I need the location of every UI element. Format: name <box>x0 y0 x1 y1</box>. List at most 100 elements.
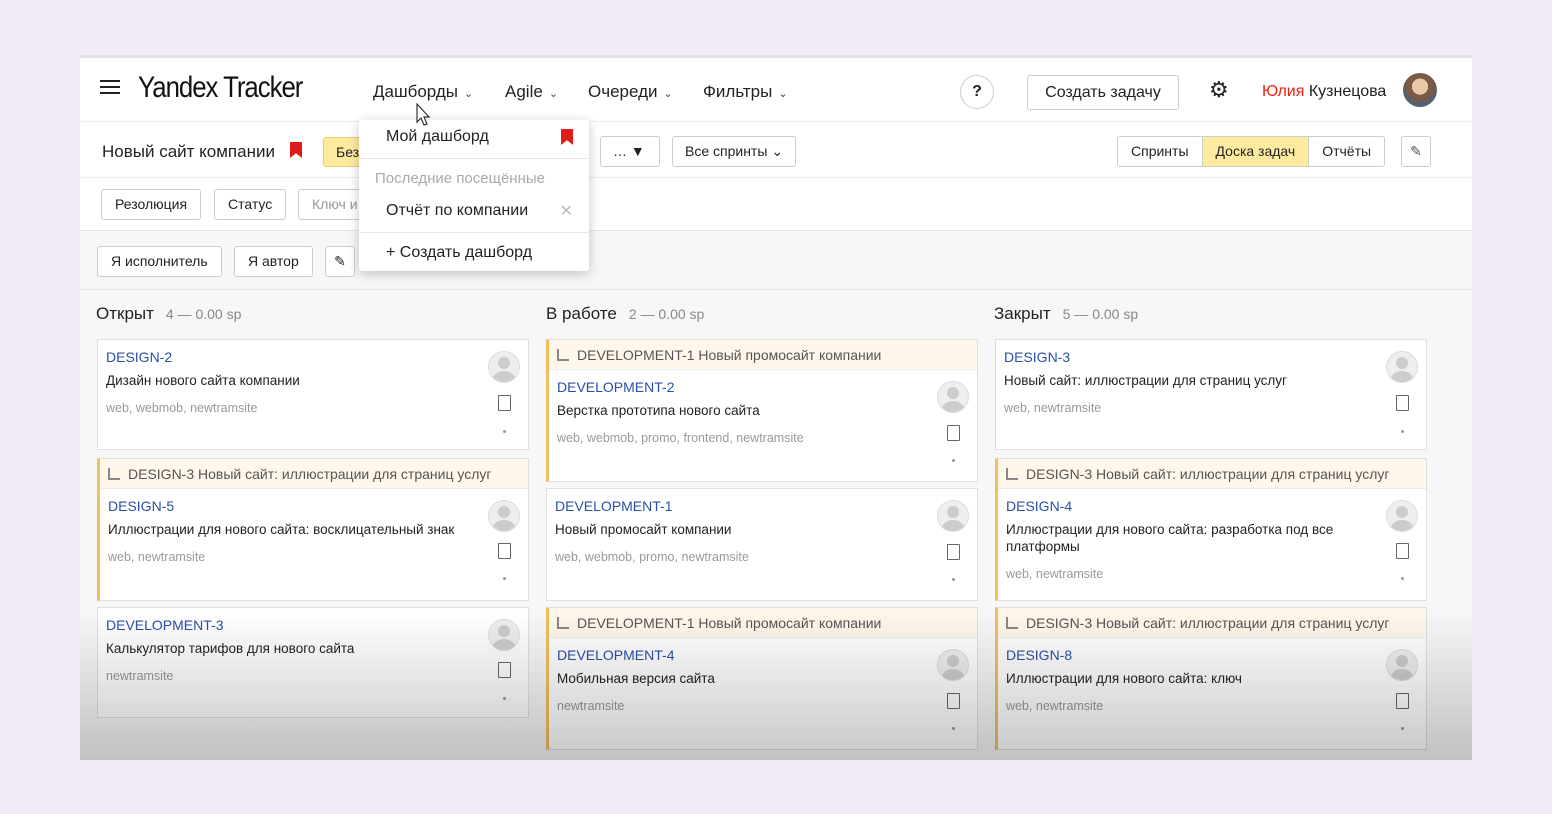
parent-task-label: DEVELOPMENT-1 Новый промосайт компании <box>577 615 882 631</box>
document-icon[interactable] <box>1396 543 1409 559</box>
parent-task-link[interactable]: DEVELOPMENT-1 Новый промосайт компании <box>549 340 977 370</box>
task-card[interactable]: DEVELOPMENT-1 Новый промосайт компании w… <box>546 488 978 601</box>
document-icon[interactable] <box>947 544 960 560</box>
assignee-avatar-icon[interactable] <box>937 500 969 532</box>
document-icon[interactable] <box>1396 693 1409 709</box>
task-card[interactable]: DESIGN-3 Новый сайт: иллюстрации для стр… <box>995 607 1427 750</box>
task-key[interactable]: DESIGN-5 <box>108 497 528 515</box>
parent-task-label: DESIGN-3 Новый сайт: иллюстрации для стр… <box>1026 615 1390 631</box>
assignee-avatar-icon[interactable] <box>937 649 969 681</box>
parent-task-label: DESIGN-3 Новый сайт: иллюстрации для стр… <box>128 466 492 482</box>
task-tags: newtramsite <box>106 669 174 683</box>
user-name[interactable]: Юлия Кузнецова <box>1262 83 1386 101</box>
view-task-board[interactable]: Доска задач <box>1202 137 1310 166</box>
gear-icon[interactable]: ⚙ <box>1209 79 1231 101</box>
resolution-filter[interactable]: Резолюция <box>101 189 202 220</box>
user-avatar[interactable] <box>1403 73 1437 107</box>
quick-filter-author[interactable]: Я автор <box>234 246 313 277</box>
more-select[interactable]: … ▼ <box>600 136 660 167</box>
view-sprints[interactable]: Спринты <box>1118 137 1203 166</box>
assignee-avatar-icon[interactable] <box>1386 351 1418 383</box>
column-count: 4 — 0.00 sp <box>165 306 242 322</box>
status-filter[interactable]: Статус <box>214 189 287 220</box>
task-tags: web, webmob, promo, frontend, newtramsit… <box>557 431 804 445</box>
task-key[interactable]: DESIGN-8 <box>1006 646 1426 664</box>
top-header: Yandex Tracker Дашборды ⌄ Agile ⌄ Очереди ⌄… <box>80 58 1472 122</box>
bookmark-icon[interactable] <box>290 142 302 158</box>
create-dashboard-item[interactable]: + Создать дашборд <box>386 244 532 262</box>
task-key[interactable]: DEVELOPMENT-2 <box>557 378 977 396</box>
parent-task-link[interactable]: DEVELOPMENT-1 Новый промосайт компании <box>549 608 977 638</box>
recent-dashboard-item[interactable]: Отчёт по компании <box>386 202 528 220</box>
document-icon[interactable] <box>1396 395 1409 411</box>
task-title: Иллюстрации для нового сайта: восклицате… <box>108 522 455 537</box>
key-filter-input[interactable]: Ключ и <box>298 189 368 220</box>
task-key[interactable]: DEVELOPMENT-1 <box>555 497 977 515</box>
board-title: Новый сайт компании <box>102 142 275 161</box>
task-card[interactable]: DESIGN-3 Новый сайт: иллюстрации для стр… <box>97 458 529 601</box>
logo[interactable]: Yandex Tracker <box>138 71 303 105</box>
bookmark-icon[interactable] <box>561 129 573 145</box>
card-body: DEVELOPMENT-1 Новый промосайт компании w… <box>547 489 977 581</box>
nav-filters[interactable]: Фильтры ⌄ <box>703 82 788 102</box>
task-key[interactable]: DEVELOPMENT-3 <box>106 616 528 634</box>
edit-board-button[interactable]: ✎ <box>1401 136 1431 167</box>
column-title: Открыт <box>96 304 154 323</box>
nav-queues-label: Очереди <box>588 82 658 101</box>
nav-queues[interactable]: Очереди ⌄ <box>588 82 673 102</box>
nav-dashboards[interactable]: Дашборды ⌄ <box>373 82 473 102</box>
parent-task-link[interactable]: DESIGN-3 Новый сайт: иллюстрации для стр… <box>998 608 1426 638</box>
task-key[interactable]: DESIGN-4 <box>1006 497 1426 515</box>
document-icon[interactable] <box>498 543 511 559</box>
task-card[interactable]: DESIGN-3 Новый сайт: иллюстрации для стр… <box>995 339 1427 450</box>
create-task-button[interactable]: Создать задачу <box>1027 75 1179 110</box>
assignee-avatar-icon[interactable] <box>1386 500 1418 532</box>
parent-task-link[interactable]: DESIGN-3 Новый сайт: иллюстрации для стр… <box>100 459 528 489</box>
chevron-down-icon: ⌄ <box>464 88 474 100</box>
dot-icon <box>1401 727 1404 730</box>
document-icon[interactable] <box>498 662 511 678</box>
menu-icon[interactable] <box>100 78 120 96</box>
document-icon[interactable] <box>947 693 960 709</box>
edit-filters-button[interactable]: ✎ <box>325 246 355 277</box>
parent-task-link[interactable]: DESIGN-3 Новый сайт: иллюстрации для стр… <box>998 459 1426 489</box>
card-body: DEVELOPMENT-4 Мобильная версия сайта new… <box>549 638 977 730</box>
dot-icon <box>503 697 506 700</box>
dot-icon <box>952 459 955 462</box>
view-switcher: Спринты Доска задач Отчёты <box>1117 136 1386 167</box>
chevron-down-icon: ⌄ <box>778 88 788 100</box>
divider <box>80 230 1472 231</box>
sprints-select[interactable]: Все спринты ⌄ <box>672 136 797 167</box>
quick-filter-assignee[interactable]: Я исполнитель <box>97 246 222 277</box>
task-key[interactable]: DESIGN-2 <box>106 348 528 366</box>
task-card[interactable]: DEVELOPMENT-1 Новый промосайт компании D… <box>546 607 978 750</box>
task-card[interactable]: DEVELOPMENT-3 Калькулятор тарифов для но… <box>97 607 529 718</box>
assignee-avatar-icon[interactable] <box>488 351 520 383</box>
view-reports[interactable]: Отчёты <box>1309 137 1385 166</box>
task-card[interactable]: DESIGN-3 Новый сайт: иллюстрации для стр… <box>995 458 1427 601</box>
nav-agile[interactable]: Agile ⌄ <box>505 82 558 102</box>
document-icon[interactable] <box>947 425 960 441</box>
assignee-avatar-icon[interactable] <box>1386 649 1418 681</box>
document-icon[interactable] <box>498 395 511 411</box>
task-key[interactable]: DEVELOPMENT-4 <box>557 646 977 664</box>
board-chip[interactable]: Без <box>323 137 363 167</box>
task-key[interactable]: DESIGN-3 <box>1004 348 1426 366</box>
task-card[interactable]: DESIGN-2 Дизайн нового сайта компании we… <box>97 339 529 450</box>
my-dashboard-item[interactable]: Мой дашборд <box>386 128 489 146</box>
task-title: Калькулятор тарифов для нового сайта <box>106 641 355 656</box>
recent-header: Последние посещённые <box>375 170 545 187</box>
close-icon[interactable]: ✕ <box>560 201 573 221</box>
help-button[interactable]: ? <box>960 75 994 109</box>
dot-icon <box>952 727 955 730</box>
nav-dashboards-label: Дашборды <box>373 82 458 101</box>
column-header-in-progress: В работе 2 — 0.00 sp <box>546 304 704 324</box>
card-body: DESIGN-8 Иллюстрации для нового сайта: к… <box>998 638 1426 730</box>
assignee-avatar-icon[interactable] <box>488 500 520 532</box>
task-title: Иллюстрации для нового сайта: разработка… <box>1006 522 1334 554</box>
card-body: DESIGN-5 Иллюстрации для нового сайта: в… <box>100 489 528 580</box>
assignee-avatar-icon[interactable] <box>937 381 969 413</box>
assignee-avatar-icon[interactable] <box>488 619 520 651</box>
task-card[interactable]: DEVELOPMENT-1 Новый промосайт компании D… <box>546 339 978 482</box>
task-tags: web, webmob, promo, newtramsite <box>555 550 749 564</box>
